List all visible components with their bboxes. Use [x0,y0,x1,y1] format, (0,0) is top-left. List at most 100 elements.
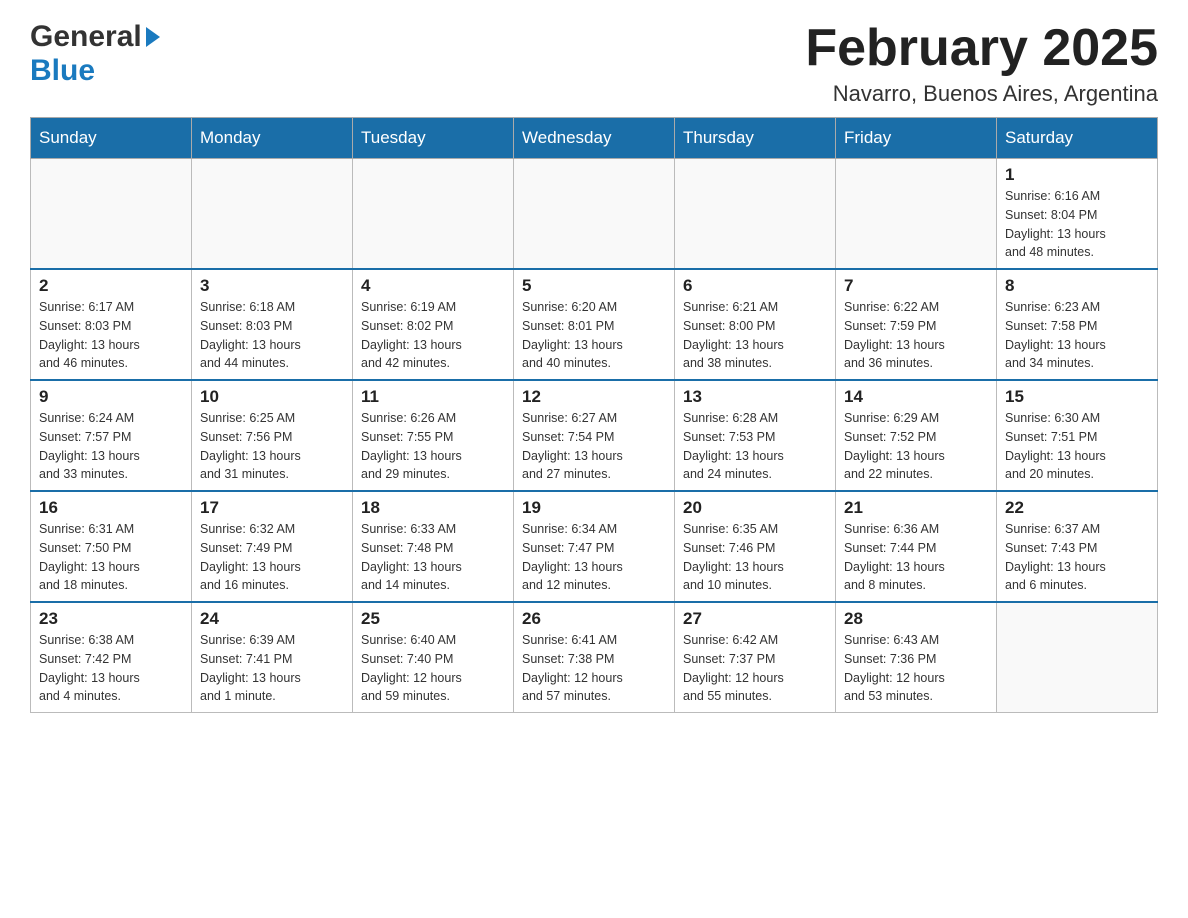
day-info: Sunrise: 6:34 AM Sunset: 7:47 PM Dayligh… [522,520,666,595]
calendar-day-cell: 11Sunrise: 6:26 AM Sunset: 7:55 PM Dayli… [353,380,514,491]
day-info: Sunrise: 6:28 AM Sunset: 7:53 PM Dayligh… [683,409,827,484]
day-info: Sunrise: 6:42 AM Sunset: 7:37 PM Dayligh… [683,631,827,706]
day-number: 1 [1005,165,1149,185]
calendar-week-row: 9Sunrise: 6:24 AM Sunset: 7:57 PM Daylig… [31,380,1158,491]
day-info: Sunrise: 6:21 AM Sunset: 8:00 PM Dayligh… [683,298,827,373]
logo-triangle-icon [146,27,160,47]
day-info: Sunrise: 6:31 AM Sunset: 7:50 PM Dayligh… [39,520,183,595]
day-info: Sunrise: 6:27 AM Sunset: 7:54 PM Dayligh… [522,409,666,484]
day-info: Sunrise: 6:25 AM Sunset: 7:56 PM Dayligh… [200,409,344,484]
day-info: Sunrise: 6:38 AM Sunset: 7:42 PM Dayligh… [39,631,183,706]
day-info: Sunrise: 6:33 AM Sunset: 7:48 PM Dayligh… [361,520,505,595]
location-title: Navarro, Buenos Aires, Argentina [805,81,1158,107]
col-thursday: Thursday [675,118,836,159]
calendar-day-cell: 2Sunrise: 6:17 AM Sunset: 8:03 PM Daylig… [31,269,192,380]
col-tuesday: Tuesday [353,118,514,159]
calendar-day-cell: 25Sunrise: 6:40 AM Sunset: 7:40 PM Dayli… [353,602,514,713]
day-number: 24 [200,609,344,629]
calendar-day-cell: 23Sunrise: 6:38 AM Sunset: 7:42 PM Dayli… [31,602,192,713]
day-info: Sunrise: 6:37 AM Sunset: 7:43 PM Dayligh… [1005,520,1149,595]
calendar-day-cell: 19Sunrise: 6:34 AM Sunset: 7:47 PM Dayli… [514,491,675,602]
day-number: 8 [1005,276,1149,296]
day-info: Sunrise: 6:43 AM Sunset: 7:36 PM Dayligh… [844,631,988,706]
day-info: Sunrise: 6:26 AM Sunset: 7:55 PM Dayligh… [361,409,505,484]
day-number: 13 [683,387,827,407]
day-info: Sunrise: 6:23 AM Sunset: 7:58 PM Dayligh… [1005,298,1149,373]
day-info: Sunrise: 6:35 AM Sunset: 7:46 PM Dayligh… [683,520,827,595]
calendar-week-row: 23Sunrise: 6:38 AM Sunset: 7:42 PM Dayli… [31,602,1158,713]
calendar-day-cell: 17Sunrise: 6:32 AM Sunset: 7:49 PM Dayli… [192,491,353,602]
day-number: 12 [522,387,666,407]
calendar-day-cell: 20Sunrise: 6:35 AM Sunset: 7:46 PM Dayli… [675,491,836,602]
day-info: Sunrise: 6:39 AM Sunset: 7:41 PM Dayligh… [200,631,344,706]
calendar-day-cell: 18Sunrise: 6:33 AM Sunset: 7:48 PM Dayli… [353,491,514,602]
calendar-week-row: 2Sunrise: 6:17 AM Sunset: 8:03 PM Daylig… [31,269,1158,380]
day-number: 22 [1005,498,1149,518]
day-number: 6 [683,276,827,296]
day-number: 2 [39,276,183,296]
day-number: 26 [522,609,666,629]
calendar-day-cell: 6Sunrise: 6:21 AM Sunset: 8:00 PM Daylig… [675,269,836,380]
day-number: 14 [844,387,988,407]
calendar-day-cell: 3Sunrise: 6:18 AM Sunset: 8:03 PM Daylig… [192,269,353,380]
day-info: Sunrise: 6:22 AM Sunset: 7:59 PM Dayligh… [844,298,988,373]
calendar-day-cell: 16Sunrise: 6:31 AM Sunset: 7:50 PM Dayli… [31,491,192,602]
calendar-day-cell: 12Sunrise: 6:27 AM Sunset: 7:54 PM Dayli… [514,380,675,491]
day-info: Sunrise: 6:16 AM Sunset: 8:04 PM Dayligh… [1005,187,1149,262]
calendar-table: Sunday Monday Tuesday Wednesday Thursday… [30,117,1158,713]
day-number: 20 [683,498,827,518]
day-info: Sunrise: 6:40 AM Sunset: 7:40 PM Dayligh… [361,631,505,706]
calendar-day-cell: 14Sunrise: 6:29 AM Sunset: 7:52 PM Dayli… [836,380,997,491]
calendar-day-cell: 24Sunrise: 6:39 AM Sunset: 7:41 PM Dayli… [192,602,353,713]
day-info: Sunrise: 6:19 AM Sunset: 8:02 PM Dayligh… [361,298,505,373]
day-info: Sunrise: 6:17 AM Sunset: 8:03 PM Dayligh… [39,298,183,373]
day-number: 3 [200,276,344,296]
col-monday: Monday [192,118,353,159]
calendar-day-cell: 28Sunrise: 6:43 AM Sunset: 7:36 PM Dayli… [836,602,997,713]
calendar-day-cell: 13Sunrise: 6:28 AM Sunset: 7:53 PM Dayli… [675,380,836,491]
col-wednesday: Wednesday [514,118,675,159]
logo-blue-text: Blue [30,54,95,87]
col-friday: Friday [836,118,997,159]
calendar-day-cell [192,159,353,270]
col-sunday: Sunday [31,118,192,159]
month-title: February 2025 [805,20,1158,77]
day-number: 21 [844,498,988,518]
day-number: 15 [1005,387,1149,407]
day-info: Sunrise: 6:20 AM Sunset: 8:01 PM Dayligh… [522,298,666,373]
day-info: Sunrise: 6:41 AM Sunset: 7:38 PM Dayligh… [522,631,666,706]
calendar-day-cell [514,159,675,270]
calendar-day-cell: 5Sunrise: 6:20 AM Sunset: 8:01 PM Daylig… [514,269,675,380]
calendar-day-cell: 27Sunrise: 6:42 AM Sunset: 7:37 PM Dayli… [675,602,836,713]
day-number: 4 [361,276,505,296]
calendar-day-cell: 9Sunrise: 6:24 AM Sunset: 7:57 PM Daylig… [31,380,192,491]
col-saturday: Saturday [997,118,1158,159]
day-number: 23 [39,609,183,629]
day-number: 17 [200,498,344,518]
calendar-day-cell: 26Sunrise: 6:41 AM Sunset: 7:38 PM Dayli… [514,602,675,713]
day-info: Sunrise: 6:24 AM Sunset: 7:57 PM Dayligh… [39,409,183,484]
day-number: 11 [361,387,505,407]
calendar-day-cell: 21Sunrise: 6:36 AM Sunset: 7:44 PM Dayli… [836,491,997,602]
calendar-day-cell [836,159,997,270]
day-info: Sunrise: 6:18 AM Sunset: 8:03 PM Dayligh… [200,298,344,373]
day-number: 28 [844,609,988,629]
day-info: Sunrise: 6:30 AM Sunset: 7:51 PM Dayligh… [1005,409,1149,484]
logo-general-text: General [30,20,142,54]
calendar-day-cell: 10Sunrise: 6:25 AM Sunset: 7:56 PM Dayli… [192,380,353,491]
calendar-day-cell [31,159,192,270]
calendar-day-cell [353,159,514,270]
day-number: 18 [361,498,505,518]
day-number: 5 [522,276,666,296]
calendar-day-cell: 7Sunrise: 6:22 AM Sunset: 7:59 PM Daylig… [836,269,997,380]
day-number: 9 [39,387,183,407]
calendar-day-cell: 8Sunrise: 6:23 AM Sunset: 7:58 PM Daylig… [997,269,1158,380]
day-number: 16 [39,498,183,518]
calendar-header-row: Sunday Monday Tuesday Wednesday Thursday… [31,118,1158,159]
page-header: General Blue February 2025 Navarro, Buen… [30,20,1158,107]
day-info: Sunrise: 6:36 AM Sunset: 7:44 PM Dayligh… [844,520,988,595]
title-block: February 2025 Navarro, Buenos Aires, Arg… [805,20,1158,107]
day-number: 7 [844,276,988,296]
calendar-day-cell: 15Sunrise: 6:30 AM Sunset: 7:51 PM Dayli… [997,380,1158,491]
day-number: 27 [683,609,827,629]
